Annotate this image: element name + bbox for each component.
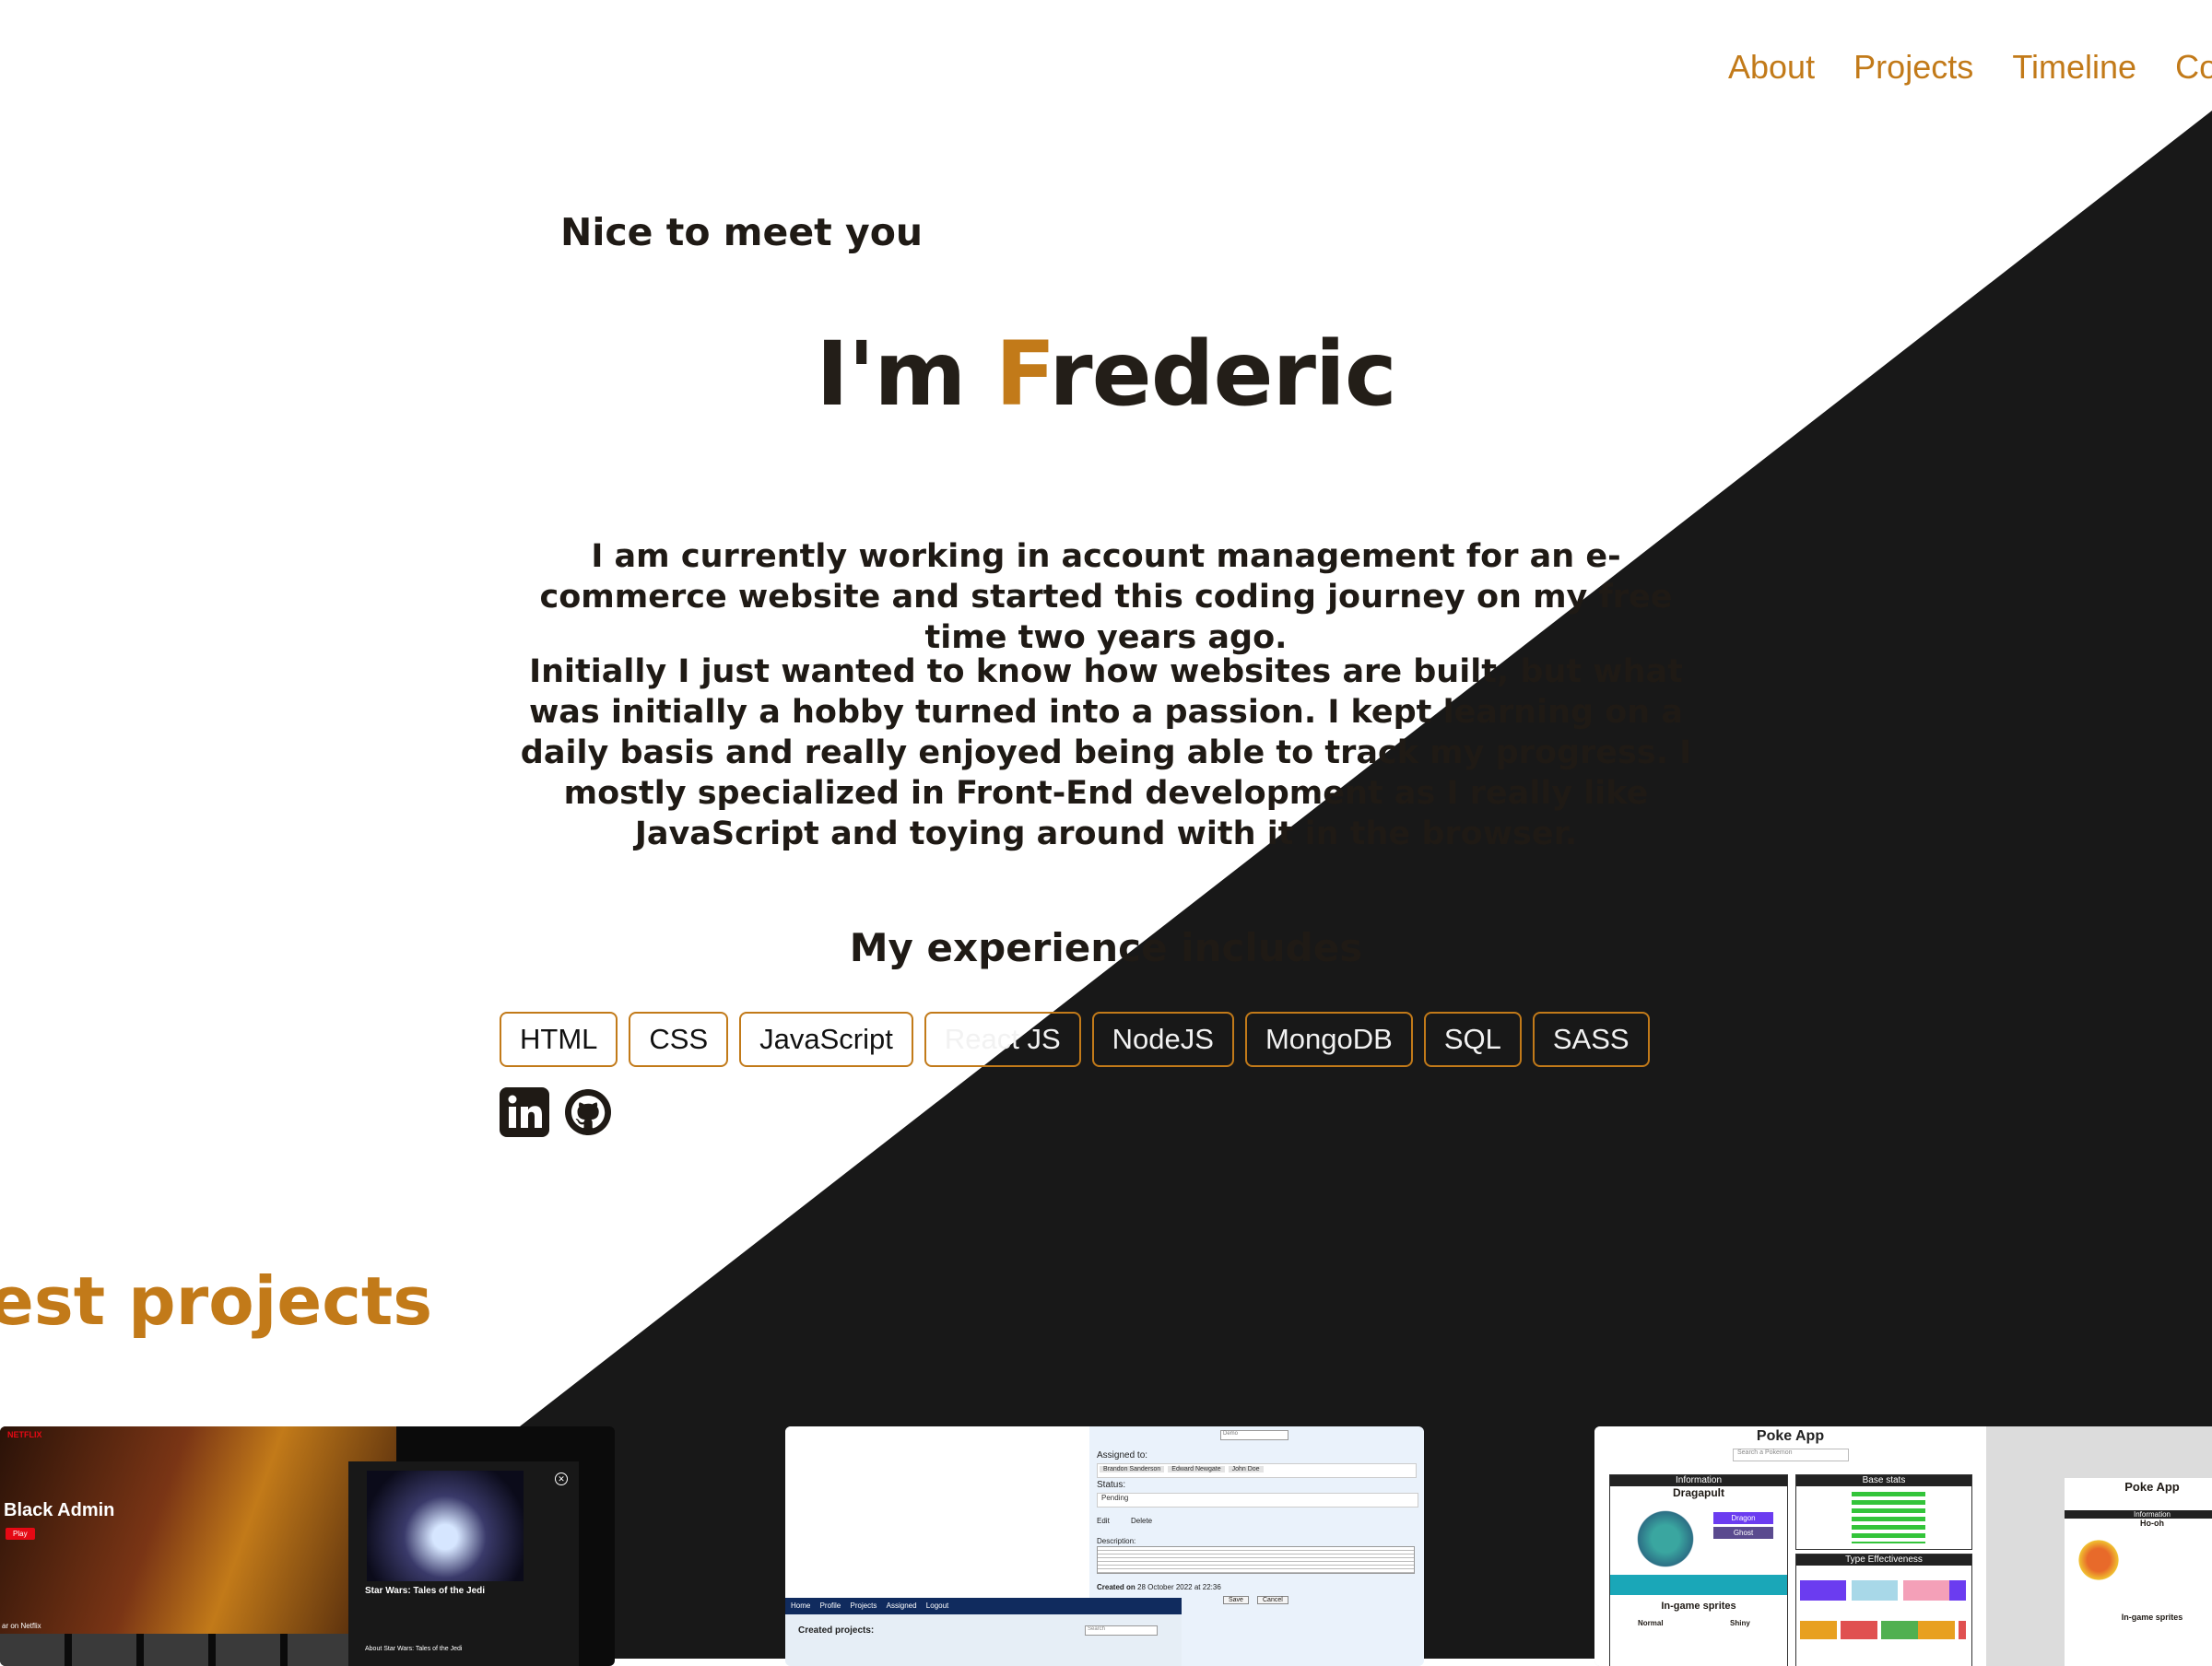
netflix-logo: NETFLIX (7, 1430, 42, 1439)
poke-sprites-heading: In-game sprites (1661, 1601, 1736, 1612)
nav-contact[interactable]: Co (2175, 48, 2212, 86)
poke-normal-label: Normal (1638, 1619, 1664, 1627)
nav-projects[interactable]: Projects (1853, 48, 1973, 86)
project-card-pokeapp[interactable]: Poke App Search a Pokemon Information Dr… (1594, 1426, 2212, 1666)
created-date: 28 October 2022 at 22:36 (1137, 1583, 1221, 1591)
tracker-created: Created on 28 October 2022 at 22:36 (1097, 1583, 1221, 1591)
poke-search: Search a Pokemon (1733, 1449, 1849, 1461)
poke-stats-header: Base stats (1796, 1475, 1971, 1486)
poke-info-header: Information (1610, 1475, 1787, 1486)
poke-second-info: Information (2065, 1510, 2212, 1519)
created-prefix: Created on (1097, 1583, 1135, 1591)
title-prefix: I'm (816, 323, 995, 426)
tracker-status-label: Status: (1097, 1480, 1126, 1490)
project-card-tracker[interactable]: Demo Assigned to: Brandon Sanderson Edwar… (785, 1426, 1424, 1666)
poke-second-window: Poke App Information Ho-oh In-game sprit… (2065, 1478, 2212, 1666)
tracker-assignees: Brandon Sanderson Edward Newgate John Doe (1097, 1463, 1417, 1478)
netflix-row-thumbnails (0, 1634, 350, 1666)
poke-second-title: Poke App (2124, 1480, 2180, 1494)
assignee-chip: Brandon Sanderson (1100, 1466, 1165, 1472)
tracker-delete: Delete (1131, 1517, 1153, 1525)
title-accent-letter: F (994, 323, 1050, 426)
netflix-modal: ✕ Star Wars: Tales of the Jedi About Sta… (348, 1461, 579, 1666)
assignee-chip: John Doe (1228, 1466, 1264, 1472)
netflix-side-label: ar on Netflix (2, 1622, 41, 1630)
poke-title: Poke App (1756, 1428, 1825, 1444)
page-title: I'm Frederic (0, 323, 2212, 426)
tracker-white-pane (785, 1426, 1089, 1598)
skill-sass: SASS (1532, 1012, 1650, 1067)
netflix-hero-title: Black Admin (4, 1500, 115, 1520)
tracker-nav-item: Home (791, 1601, 811, 1610)
poke-type-ghost: Ghost (1713, 1527, 1773, 1539)
skill-mongodb: MongoDB (1244, 1012, 1413, 1067)
tracker-save-button: Save (1223, 1596, 1249, 1604)
nav-timeline[interactable]: Timeline (2012, 48, 2136, 86)
tracker-demo-input: Demo (1220, 1430, 1288, 1440)
project-card-netflix[interactable]: NETFLIX Black Admin Play ar on Netflix ✕… (0, 1426, 615, 1666)
tracker-status-select: Pending (1097, 1493, 1418, 1508)
tracker-navbar: Home Profile Projects Assigned Logout (785, 1598, 1182, 1614)
projects-heading: est projects (0, 1262, 433, 1340)
poke-sprite (1633, 1507, 1698, 1571)
poke-type-dragon: Dragon (1713, 1512, 1773, 1524)
tracker-edit: Edit (1097, 1517, 1110, 1525)
linkedin-icon[interactable] (500, 1087, 549, 1141)
netflix-play-button: Play (6, 1528, 35, 1540)
modal-poster (367, 1471, 524, 1581)
tracker-description-box (1097, 1546, 1415, 1574)
tracker-cancel-button: Cancel (1257, 1596, 1288, 1604)
tracker-nav-item: Logout (925, 1601, 949, 1610)
tracker-nav-item: Assigned (886, 1601, 917, 1610)
tracker-search: Search (1085, 1625, 1158, 1636)
modal-title: Star Wars: Tales of the Jedi (365, 1586, 486, 1596)
poke-weakness-chips (1800, 1580, 1966, 1601)
experience-heading: My experience includes (849, 925, 1363, 970)
skill-html: HTML (500, 1012, 618, 1067)
skills-list: HTML CSS JavaScript React JS NodeJS MongoDB SQ… (500, 1012, 1661, 1067)
poke-ability-bar (1610, 1575, 1787, 1595)
skill-nodejs: NodeJS (1091, 1012, 1234, 1067)
poke-second-sprites-heading: In-game sprites (2121, 1613, 2183, 1622)
tracker-nav-item: Profile (819, 1601, 841, 1610)
poke-stats-box: Base stats (1795, 1474, 1972, 1550)
poke-second-sprite (2076, 1537, 2122, 1583)
netflix-hero-image (0, 1426, 396, 1638)
tracker-description-label: Description: (1097, 1537, 1136, 1545)
poke-effectiveness-box: Type Effectiveness (1795, 1554, 1972, 1666)
tracker-created-projects: Created projects: (798, 1625, 875, 1636)
greeting: Nice to meet you (560, 210, 924, 254)
poke-strength-chips (1800, 1621, 1966, 1639)
skill-css: CSS (629, 1012, 729, 1067)
poke-second-name: Ho-oh (2140, 1519, 2164, 1528)
assignee-chip: Edward Newgate (1168, 1466, 1225, 1472)
skill-react: React JS (924, 1012, 1081, 1067)
skill-javascript: JavaScript (739, 1012, 913, 1067)
poke-info-box: Information Dragapult Dragon Ghost In-ga… (1609, 1474, 1788, 1666)
bio-paragraph-1: I am currently working in account manage… (539, 538, 1673, 656)
github-icon[interactable] (563, 1087, 613, 1141)
skill-sql: SQL (1423, 1012, 1522, 1067)
top-nav: About Projects Timeline Co (1728, 48, 2212, 87)
social-links (500, 1087, 622, 1141)
tracker-assigned-label: Assigned to: (1097, 1450, 1148, 1461)
poke-name: Dragapult (1672, 1486, 1724, 1499)
poke-shiny-label: Shiny (1730, 1619, 1750, 1627)
modal-about: About Star Wars: Tales of the Jedi (365, 1646, 463, 1652)
poke-effectiveness-header: Type Effectiveness (1796, 1555, 1971, 1566)
title-rest: rederic (1049, 323, 1396, 426)
nav-about[interactable]: About (1728, 48, 1815, 86)
bio-paragraph-2: Initially I just wanted to know how webs… (520, 653, 1692, 852)
poke-stat-bars (1852, 1492, 1925, 1543)
tracker-nav-item: Projects (850, 1601, 877, 1610)
modal-close-icon: ✕ (555, 1472, 568, 1485)
hero-section: Nice to meet you I'm Frederic I am curre… (0, 0, 2212, 1659)
